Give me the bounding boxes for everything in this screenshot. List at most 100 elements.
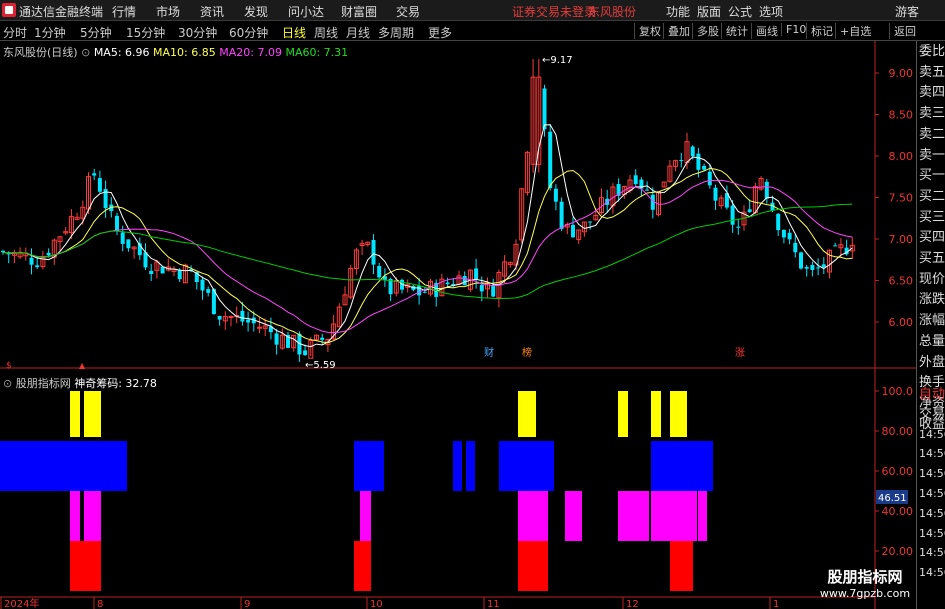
indicator-tick-label: 80.00: [882, 425, 914, 438]
date-label: 2024年: [4, 597, 39, 609]
tick-time: 14:56: [919, 427, 945, 441]
period-intraday[interactable]: 分时: [3, 24, 27, 41]
ma5-line: [2, 124, 853, 348]
app-logo-icon: [2, 3, 16, 17]
candle-body: [115, 215, 119, 232]
candle-body: [747, 209, 752, 213]
menu-function[interactable]: 功能: [666, 3, 690, 20]
candle-body: [417, 285, 422, 296]
candle-body: [690, 146, 695, 157]
settings-icon[interactable]: ⊙: [3, 377, 16, 390]
tick-time: 14:56: [919, 566, 945, 580]
tool-adjust[interactable]: 复权: [634, 23, 661, 39]
trade-tab[interactable]: 自动: [919, 386, 945, 404]
tool-mark[interactable]: 标记: [806, 23, 833, 39]
candle-body: [816, 267, 821, 269]
indicator-value: 神奇筹码: 32.78: [74, 377, 157, 390]
quote-field-label: 涨幅: [919, 313, 945, 329]
candle-body: [645, 189, 650, 191]
menu-options[interactable]: 选项: [759, 3, 783, 20]
candle-body: [1, 250, 5, 253]
quote-field-label: 买一: [919, 168, 945, 184]
candle-body: [713, 187, 718, 201]
quote-field-label: 总量: [919, 333, 945, 349]
menu-trade[interactable]: 交易: [396, 3, 420, 20]
tool-stats[interactable]: 统计: [721, 23, 748, 39]
indicator-bar: [618, 391, 628, 437]
menu-bar: 通达信金融终端 行情 市场 资讯 发现 问小达 财富圈 交易 证券交易未登录 东…: [0, 0, 945, 21]
settings-icon[interactable]: ⊙: [81, 46, 94, 59]
period-toolbar: 分时 1分钟 5分钟 15分钟 30分钟 60分钟 日线 周线 月线 多周期 更…: [0, 21, 945, 41]
indicator-bar: [670, 541, 693, 591]
tool-f10[interactable]: F10: [781, 23, 806, 36]
menu-ask[interactable]: 问小达: [288, 3, 324, 20]
menu-discover[interactable]: 发现: [244, 3, 268, 20]
period-weekly[interactable]: 周线: [314, 24, 338, 41]
candle-body: [821, 264, 826, 268]
menu-news[interactable]: 资讯: [200, 3, 224, 20]
indicator-tick-label: 40.00: [882, 505, 914, 518]
menu-formula[interactable]: 公式: [728, 3, 752, 20]
guest-user[interactable]: 游客: [895, 3, 919, 20]
period-more[interactable]: 更多: [428, 24, 452, 41]
quote-field-label: 卖四: [919, 85, 945, 101]
indicator-value-badge-text: 46.51: [878, 493, 907, 504]
candle-body: [776, 213, 781, 231]
bonus-marker-icon: ▲: [79, 361, 86, 370]
event-mark: 财: [484, 346, 494, 359]
period-multi[interactable]: 多周期: [378, 24, 414, 41]
period-monthly[interactable]: 月线: [346, 24, 370, 41]
quote-field-label: 买三: [919, 209, 945, 225]
candle-body: [422, 291, 427, 293]
trade-tab[interactable]: 交易: [919, 406, 945, 424]
date-label: 11: [487, 599, 500, 609]
indicator-tick-label: 100.0: [882, 385, 914, 398]
quote-field-label: 卖五: [919, 64, 945, 80]
candle-body: [126, 239, 131, 249]
quote-field-label: 卖二: [919, 126, 945, 142]
menu-layout[interactable]: 版面: [697, 3, 721, 20]
quote-field-label: 现价: [919, 271, 945, 287]
price-tick-label: 8.00: [889, 150, 914, 163]
tick-time: 14:56: [919, 447, 945, 461]
date-label: 9: [244, 599, 250, 609]
quote-panel: 委比 卖五 卖四 卖三 卖二 卖一 买一 买二 买三 买四 买五 现价 涨跌 涨幅 总量 外盘 换手 净资 收益 自动…: [916, 41, 945, 609]
tool-back[interactable]: 返回: [889, 23, 916, 39]
indicator-tick-label: 60.00: [882, 465, 914, 478]
candle-body: [810, 265, 815, 270]
menu-quotes[interactable]: 行情: [112, 3, 136, 20]
period-15min[interactable]: 15分钟: [126, 24, 165, 41]
tick-time: 14:56: [919, 506, 945, 520]
period-5min[interactable]: 5分钟: [80, 24, 112, 41]
event-mark: 榜: [522, 346, 532, 359]
kline-chart[interactable]: 9.00 8.50 8.00 7.50 7.00 6.50 6.00 100.0 80.00 60…: [0, 41, 916, 609]
candle-body: [764, 181, 769, 199]
menu-market[interactable]: 市场: [156, 3, 180, 20]
tick-time: 14:56: [919, 487, 945, 500]
tool-draw[interactable]: 画线: [751, 23, 778, 39]
tool-add-watchlist[interactable]: +自选: [835, 23, 871, 39]
indicator-bar: [499, 441, 554, 491]
stock-title: 东风股份(日线): [3, 46, 78, 59]
period-daily[interactable]: 日线: [282, 24, 306, 41]
low-price-label: ←5.59: [305, 360, 336, 371]
login-status[interactable]: 证券交易未登录: [512, 3, 596, 20]
price-tick-label: 6.50: [889, 275, 914, 288]
menu-wealth[interactable]: 财富圈: [341, 3, 377, 20]
candle-body: [833, 245, 838, 247]
candle-body: [92, 173, 97, 176]
tool-overlay[interactable]: 叠加: [663, 23, 690, 39]
candle-body: [781, 229, 786, 238]
period-60min[interactable]: 60分钟: [229, 24, 268, 41]
candle-body: [730, 205, 735, 225]
candle-body: [206, 289, 211, 293]
candle-body: [303, 350, 308, 356]
stock-tag: 东风股份: [588, 5, 637, 19]
ma10-label: MA10: 6.85: [153, 46, 216, 59]
period-1min[interactable]: 1分钟: [34, 24, 66, 41]
period-30min[interactable]: 30分钟: [178, 24, 217, 41]
quote-field-label: 卖一: [919, 147, 945, 163]
candle-body: [217, 315, 222, 320]
indicator-bar: [565, 491, 582, 541]
tool-multistock[interactable]: 多股: [692, 23, 719, 39]
